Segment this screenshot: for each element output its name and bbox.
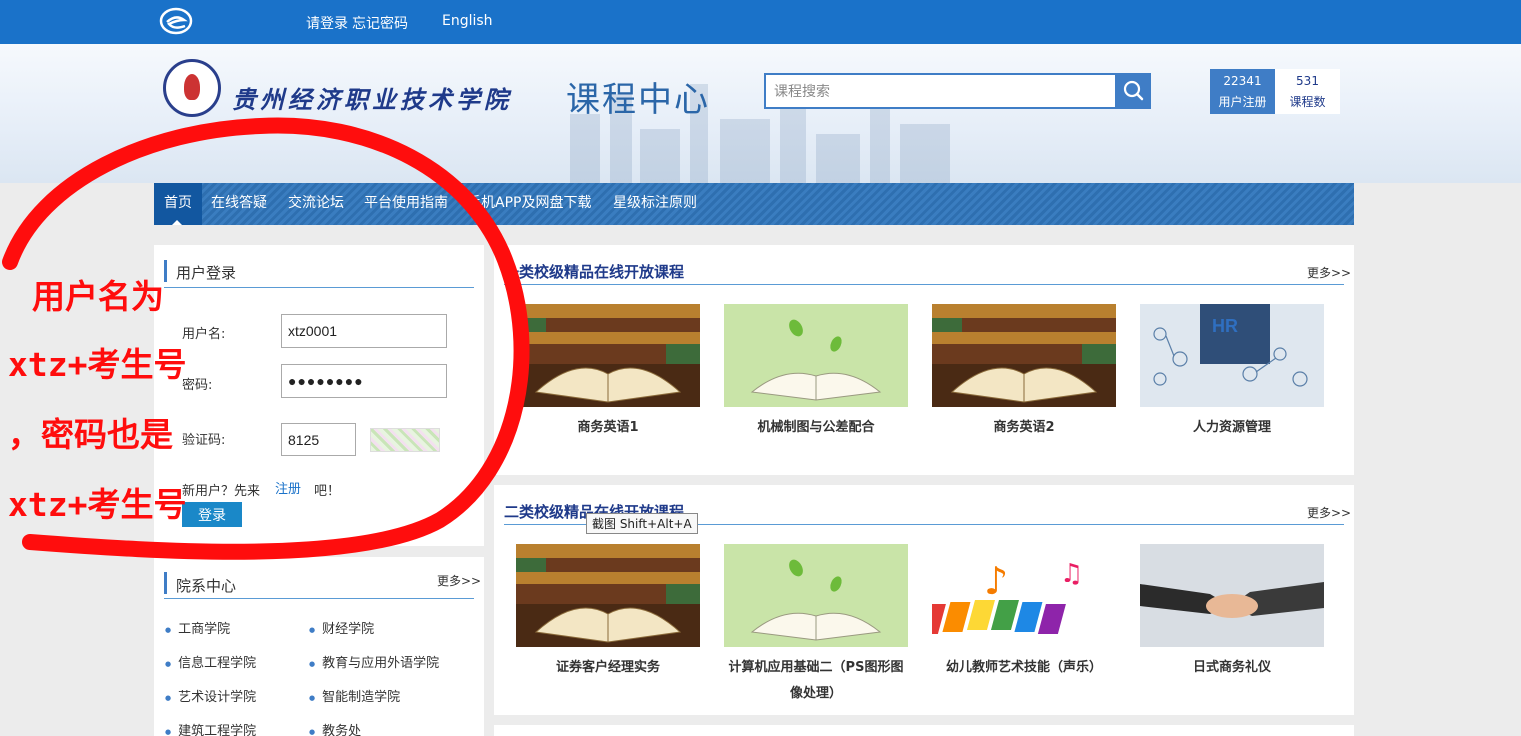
svg-text:HR: HR [1212,316,1238,336]
user-count-value: 22341 [1223,74,1262,88]
login-panel-title: 用户登录 [176,264,237,282]
user-count-stat: 22341 用户注册 [1210,69,1275,114]
screenshot-tooltip: 截图 Shift+Alt+A [586,513,698,534]
departments-title-rule [164,598,474,599]
course-name: 幼儿教师艺术技能（声乐） [945,660,1102,675]
captcha-image[interactable] [370,428,440,452]
register-suffix: 吧！ [314,484,341,499]
school-name: 贵州经济职业技术学院 [232,85,512,114]
books-icon [516,544,700,647]
course-center-title: 课程中心 [566,80,710,120]
dept-item[interactable]: 艺术设计学院 [165,686,256,705]
register-prompt: 新用户？先来 [182,484,261,499]
forgot-password-link[interactable]: 忘记密码 [352,13,408,33]
svg-text:♪: ♪ [984,559,1008,603]
departments-title-bar [164,572,167,594]
active-caret-icon [172,220,182,225]
dept-item[interactable]: 教育与应用外语学院 [309,652,439,671]
books-icon [932,304,1116,407]
login-link[interactable]: 请登录 [306,13,348,33]
username-label: 用户名: [182,327,226,342]
course-card[interactable]: 日式商务礼仪 [1140,544,1324,681]
section-class-three [494,725,1354,736]
dept-item[interactable]: 工商学院 [165,618,230,637]
course-card[interactable]: 机械制图与公差配合 [724,304,908,441]
school-seal-icon [163,59,221,117]
dept-item[interactable]: 信息工程学院 [165,652,256,671]
course-name: 机械制图与公差配合 [757,420,875,435]
login-title-bar [164,260,167,282]
dept-item[interactable]: 智能制造学院 [309,686,400,705]
nav-online-qa[interactable]: 在线答疑 [211,183,267,225]
section-two-more-link[interactable]: 更多>> [1307,504,1351,521]
course-card[interactable]: 证券客户经理实务 [516,544,700,681]
dept-item[interactable]: 教务处 [309,720,361,736]
annotation-line: xtz+考生号 [8,345,187,384]
course-count-stat: 531 课程数 [1275,69,1340,114]
nav-star-rating-rules[interactable]: 星级标注原则 [613,183,697,225]
main-nav: 首页 在线答疑 交流论坛 平台使用指南 手机APP及网盘下载 星级标注原则 [154,183,1354,225]
annotation-line: xtz+考生号 [8,485,187,524]
handshake-icon [1140,544,1324,647]
top-bar: 请登录 忘记密码 English [0,0,1521,44]
captcha-field[interactable] [281,423,356,456]
nav-app-download[interactable]: 手机APP及网盘下载 [467,183,591,225]
site-logo-icon [159,7,193,35]
dept-item[interactable]: 财经学院 [309,618,374,637]
books-icon [516,304,700,407]
course-count-value: 531 [1296,74,1319,88]
music-keyboard-icon: ♪ ♫ [932,544,1116,647]
annotation-line: 用户名为 [32,277,164,316]
dept-item[interactable]: 建筑工程学院 [165,720,256,736]
course-name: 证券客户经理实务 [555,660,660,675]
open-book-sprout-icon [724,544,908,647]
nav-forum[interactable]: 交流论坛 [288,183,344,225]
course-card[interactable]: 商务英语2 [932,304,1116,441]
course-card[interactable]: ♪ ♫ 幼儿教师艺术技能（声乐） [932,544,1116,681]
nav-platform-guide[interactable]: 平台使用指南 [364,183,448,225]
search-button[interactable] [1116,73,1151,109]
annotation-line: ，密码也是 [8,415,173,454]
section-one-title: 一类校级精品在线开放课程 [504,263,685,281]
course-card[interactable]: 商务英语1 [516,304,700,441]
password-field[interactable] [281,364,447,398]
nav-home[interactable]: 首页 [154,183,202,225]
username-field[interactable] [281,314,447,348]
nav-home-label: 首页 [164,195,192,211]
section-one-rule [504,284,1344,285]
hr-network-icon: HR [1140,304,1324,407]
login-button[interactable]: 登录 [182,502,242,527]
course-card[interactable]: 计算机应用基础二（PS图形图像处理） [724,544,908,707]
course-name: 商务英语1 [577,420,639,435]
section-one-more-link[interactable]: 更多>> [1307,264,1351,281]
captcha-label: 验证码: [182,433,226,448]
course-card[interactable]: HR 人力资源管理 [1140,304,1324,441]
english-link[interactable]: English [442,13,493,29]
password-label: 密码: [182,378,213,393]
course-search-input[interactable] [764,73,1117,109]
course-count-label: 课程数 [1289,95,1326,109]
departments-more-link[interactable]: 更多>> [437,572,481,589]
course-name: 商务英语2 [993,420,1055,435]
departments-title: 院系中心 [176,577,237,595]
user-count-label: 用户注册 [1218,95,1267,109]
register-link[interactable]: 注册 [275,478,301,497]
course-name: 日式商务礼仪 [1192,660,1271,675]
login-title-rule [164,287,474,288]
open-book-sprout-icon [724,304,908,407]
search-icon [1123,80,1144,101]
svg-text:♫: ♫ [1060,559,1083,589]
course-name: 计算机应用基础二（PS图形图像处理） [728,660,904,701]
course-name: 人力资源管理 [1192,420,1271,435]
